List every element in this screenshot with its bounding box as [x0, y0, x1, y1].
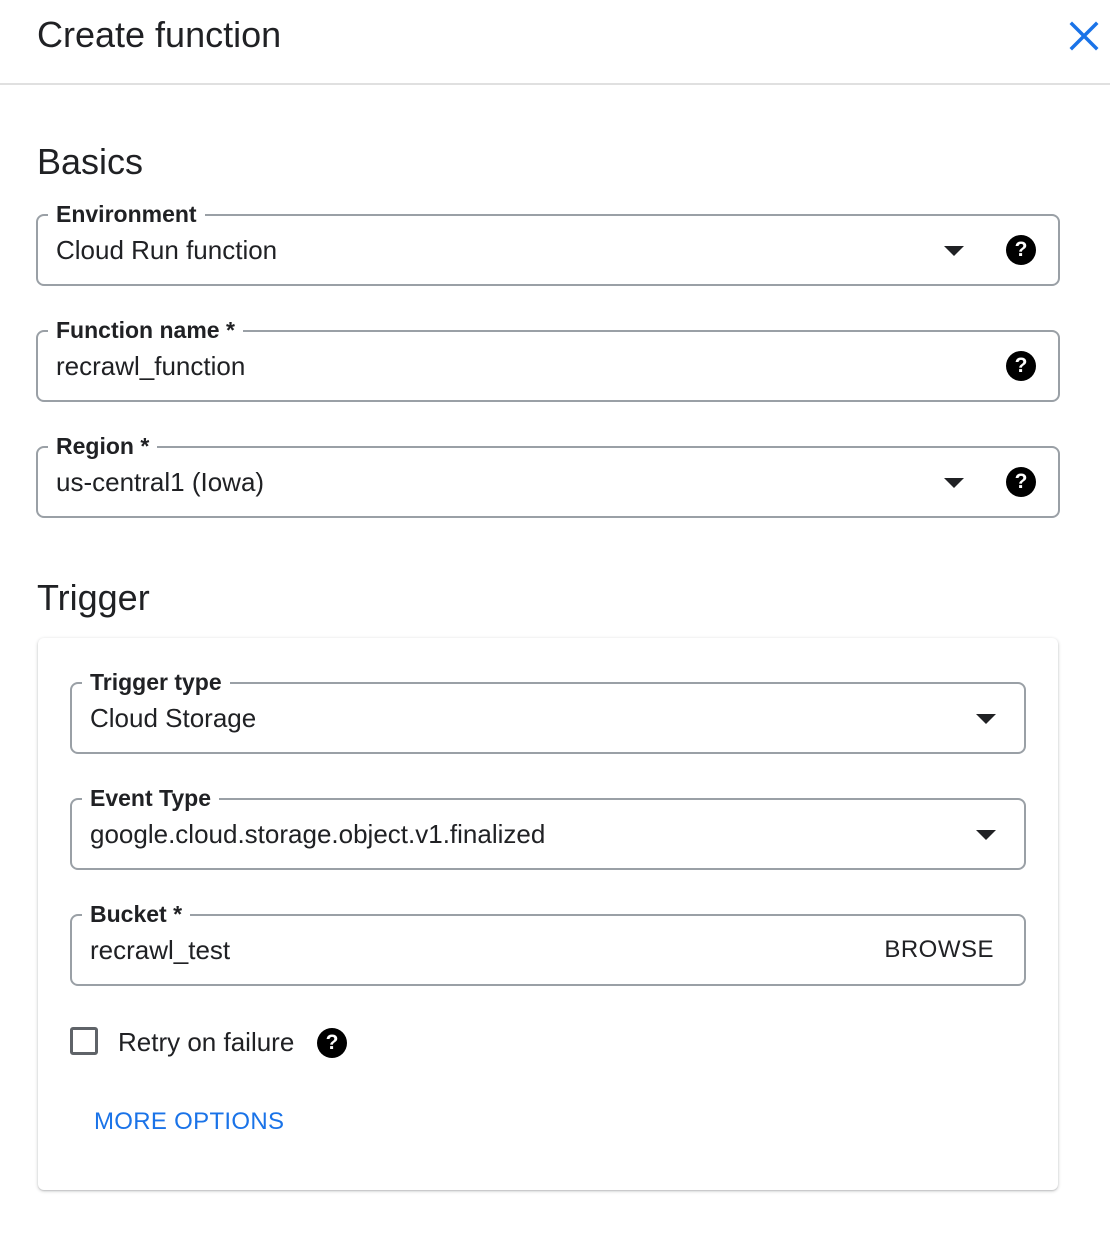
trigger-type-select[interactable]: Trigger type Cloud Storage	[70, 668, 1026, 754]
more-options-button[interactable]: MORE OPTIONS	[94, 1108, 284, 1136]
arrow-drop-down-icon	[976, 830, 996, 840]
bucket-field[interactable]: Bucket * recrawl_test BROWSE	[70, 900, 1026, 986]
event-type-value: google.cloud.storage.object.v1.finalized	[90, 819, 546, 849]
basics-heading: Basics	[37, 141, 144, 182]
help-icon[interactable]: ?	[1006, 351, 1036, 381]
retry-checkbox[interactable]	[70, 1027, 98, 1055]
function-name-field[interactable]: Function name * recrawl_function ?	[36, 316, 1060, 402]
arrow-drop-down-icon	[976, 714, 996, 724]
dialog-title: Create function	[37, 14, 282, 55]
environment-select[interactable]: Environment Cloud Run function ?	[36, 200, 1060, 286]
function-name-value: recrawl_function	[56, 351, 246, 381]
region-select[interactable]: Region * us-central1 (Iowa) ?	[36, 432, 1060, 518]
environment-value: Cloud Run function	[56, 235, 278, 265]
browse-button[interactable]: BROWSE	[884, 916, 994, 984]
help-icon[interactable]: ?	[1006, 467, 1036, 497]
dialog-header: Create function	[0, 0, 1110, 85]
bucket-value: recrawl_test	[90, 935, 231, 965]
arrow-drop-down-icon	[944, 246, 964, 256]
close-button[interactable]	[1062, 14, 1106, 58]
region-value: us-central1 (Iowa)	[56, 467, 265, 497]
trigger-card: Trigger type Cloud Storage Event Type go…	[38, 638, 1058, 1190]
retry-label: Retry on failure	[118, 1027, 295, 1057]
trigger-heading: Trigger	[37, 577, 150, 618]
help-icon[interactable]: ?	[1006, 235, 1036, 265]
event-type-select[interactable]: Event Type google.cloud.storage.object.v…	[70, 784, 1026, 870]
help-icon[interactable]: ?	[317, 1028, 347, 1058]
arrow-drop-down-icon	[944, 478, 964, 488]
close-icon	[1069, 21, 1099, 51]
trigger-type-value: Cloud Storage	[90, 703, 257, 733]
